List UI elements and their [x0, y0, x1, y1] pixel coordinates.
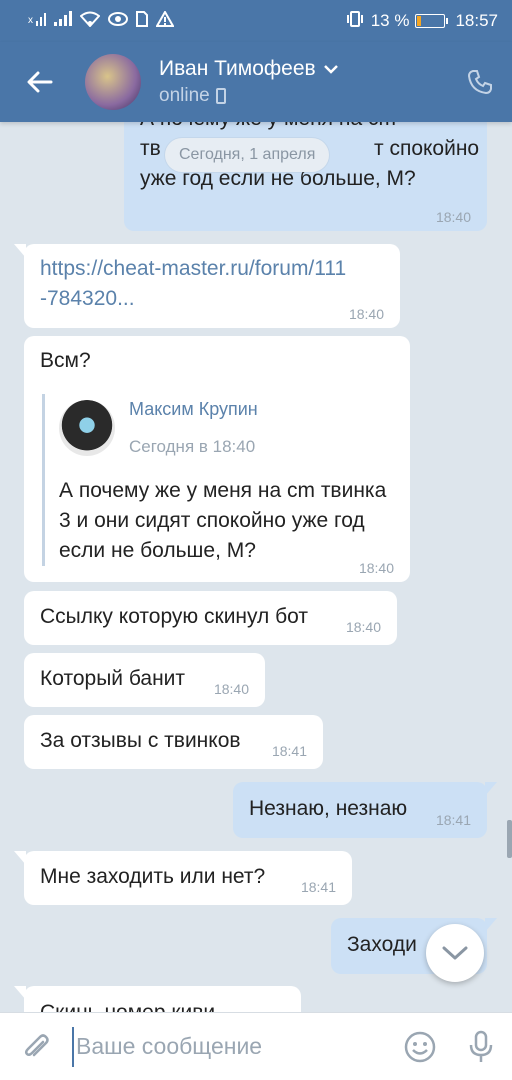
eye-icon — [108, 11, 128, 31]
message-composer — [0, 1012, 512, 1080]
message-text: Мне заходить или нет? — [40, 865, 266, 888]
sd-card-icon — [136, 10, 148, 32]
emoji-button[interactable] — [390, 1013, 450, 1080]
status-bar: x 13 % 18:57 — [0, 0, 512, 42]
battery-level — [417, 16, 422, 26]
mobile-icon — [215, 88, 226, 104]
message-link[interactable]: -784320... — [40, 284, 384, 314]
contact-name-row: Иван Тимофеев — [159, 57, 338, 81]
forward-header: Максим Крупин Сегодня в 18:40 — [59, 394, 402, 462]
message-time: 18:41 — [300, 879, 336, 895]
signal-off-icon: x — [28, 11, 46, 32]
message-time: 18:40 — [358, 560, 394, 576]
message-time: 18:40 — [213, 681, 249, 697]
forward-date: Сегодня в 18:40 — [129, 437, 256, 456]
message-text: За отзывы с твинков — [40, 729, 241, 752]
battery-percent: 13 % — [370, 11, 410, 30]
clock: 18:57 — [455, 11, 498, 30]
vibrate-icon — [345, 10, 365, 32]
mic-icon — [469, 1030, 493, 1062]
back-arrow-icon — [27, 71, 53, 93]
alert-icon — [155, 9, 175, 32]
status-left: x — [28, 9, 175, 32]
message-incoming[interactable]: Мне заходить или нет? 18:41 — [14, 851, 352, 905]
contact-status-row: online — [159, 85, 338, 107]
bubble-tail — [14, 244, 26, 258]
scrollbar-thumb[interactable] — [507, 820, 512, 858]
message-text: Заходи — [347, 933, 417, 956]
voice-message-button[interactable] — [450, 1013, 512, 1080]
message-incoming[interactable]: https://cheat-master.ru/forum/111 -78432… — [14, 244, 400, 328]
message-incoming[interactable]: Который банит 18:40 — [24, 653, 265, 707]
message-text: Всм? — [40, 349, 91, 372]
attach-button[interactable] — [0, 1013, 72, 1080]
message-text: Ссылку которую скинул бот — [40, 605, 309, 628]
message-link[interactable]: https://cheat-master.ru/forum/111 — [40, 254, 384, 284]
message-time: 18:41 — [435, 812, 471, 828]
battery-icon — [415, 14, 449, 28]
message-text: Который банит — [40, 667, 186, 690]
chat-header: Иван Тимофеев online — [0, 42, 512, 122]
message-text: Скинь номер киви — [40, 1001, 215, 1012]
message-text: Незнаю, незнаю — [249, 797, 408, 820]
contact-status: online — [159, 85, 210, 106]
svg-text:x: x — [28, 15, 33, 26]
contact-title[interactable]: Иван Тимофеев online — [159, 57, 338, 107]
message-time: 18:40 — [435, 209, 471, 225]
phone-icon — [467, 70, 492, 95]
message-text-line: А почему же у меня на cm — [140, 122, 396, 134]
forward-author[interactable]: Максим Крупин — [129, 394, 258, 424]
emoji-icon — [404, 1031, 436, 1062]
forward-meta: Максим Крупин Сегодня в 18:40 — [129, 394, 258, 462]
message-time: 18:41 — [271, 743, 307, 759]
forwarded-message[interactable]: Максим Крупин Сегодня в 18:40 А почему ж… — [42, 394, 402, 566]
message-input[interactable] — [72, 1026, 390, 1067]
back-button[interactable] — [0, 42, 80, 122]
forward-text: А почему же у меня на cm твинка 3 и они … — [59, 479, 387, 562]
message-incoming[interactable]: Скинь номер киви — [14, 986, 301, 1012]
message-list[interactable]: Сегодня, 1 апреля А почему же у меня на … — [0, 122, 512, 1012]
bubble-tail — [485, 918, 497, 932]
message-text-line: тв — [140, 137, 161, 160]
signal-icon — [54, 10, 72, 32]
status-right: 13 % 18:57 — [345, 10, 498, 32]
message-incoming[interactable]: За отзывы с твинков 18:41 — [24, 715, 323, 769]
contact-name: Иван Тимофеев — [159, 57, 316, 80]
forward-avatar[interactable] — [59, 400, 115, 456]
message-incoming[interactable]: Ссылку которую скинул бот 18:40 — [24, 591, 397, 645]
scroll-down-button[interactable] — [426, 924, 484, 982]
message-time: 18:40 — [345, 619, 381, 635]
wifi-icon — [79, 11, 101, 32]
message-outgoing[interactable]: Незнаю, незнаю 18:41 — [233, 782, 497, 838]
message-time: 18:40 — [348, 306, 384, 322]
bubble-tail — [14, 851, 26, 865]
chevron-down-icon — [323, 65, 338, 74]
attach-icon — [24, 1033, 49, 1056]
message-text-line: т спокойно — [374, 137, 480, 160]
scroll-down-icon — [442, 946, 468, 960]
contact-avatar[interactable] — [85, 54, 141, 110]
date-divider: Сегодня, 1 апреля — [165, 138, 330, 172]
message-incoming[interactable]: Всм? Максим Крупин Сегодня в 18:40 А поч… — [24, 336, 410, 582]
call-button[interactable] — [448, 50, 512, 114]
bubble-tail — [14, 986, 26, 1000]
bubble-tail — [485, 782, 497, 796]
